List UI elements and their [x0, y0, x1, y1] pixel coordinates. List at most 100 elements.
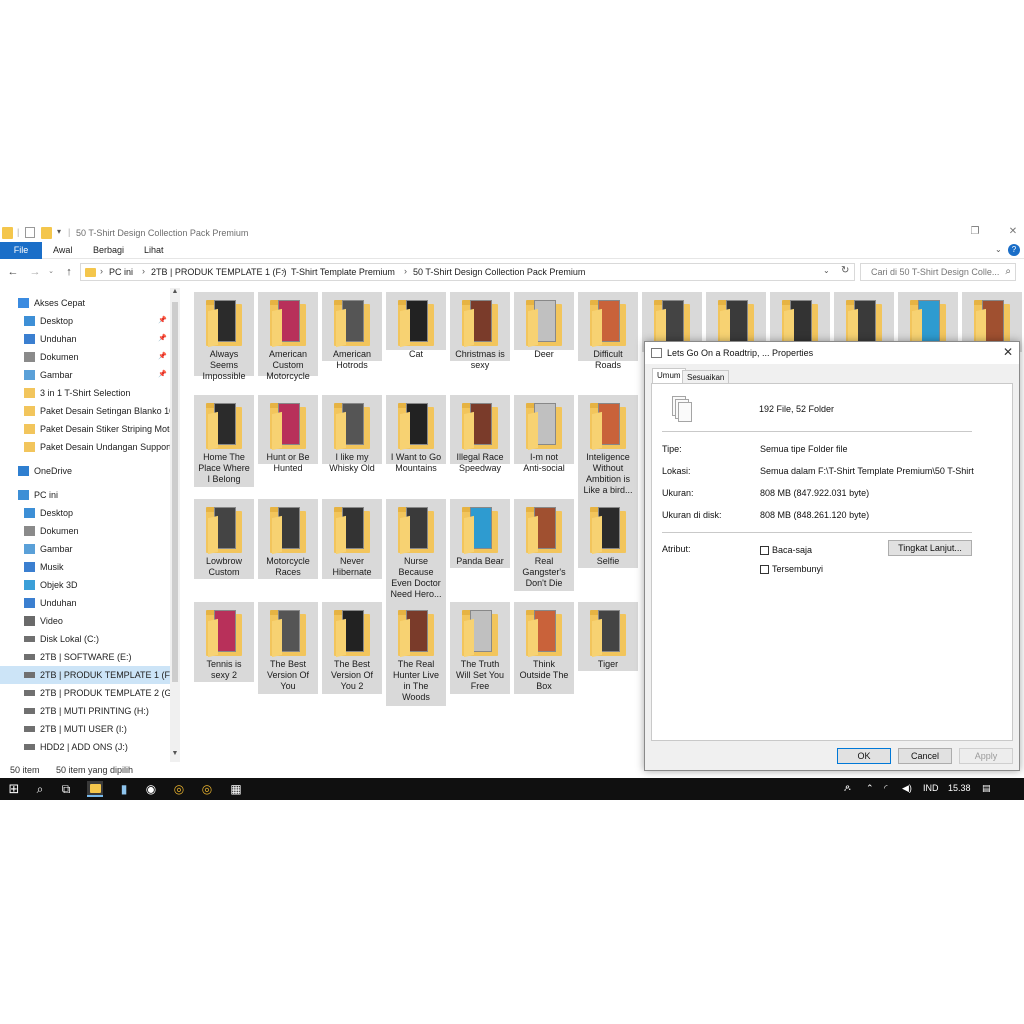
- folder-tile[interactable]: I Want to Go Mountains: [386, 395, 446, 473]
- hidden-label[interactable]: Tersembunyi: [772, 564, 823, 574]
- ok-button[interactable]: OK: [837, 748, 891, 764]
- folder-tile[interactable]: Hunt or Be Hunted: [258, 395, 318, 473]
- chrome-profile-icon[interactable]: ◎: [199, 781, 215, 797]
- tab-sesuaikan[interactable]: Sesuaikan: [682, 370, 730, 384]
- address-bar[interactable]: › PC ini › 2TB | PRODUK TEMPLATE 1 (F:) …: [80, 263, 855, 281]
- folder-tile[interactable]: Tiger: [578, 602, 638, 671]
- folder-tile[interactable]: Home The Place Where I Belong: [194, 395, 254, 487]
- chevron-right-icon[interactable]: ›: [142, 266, 145, 276]
- folder-tile[interactable]: Selfie: [578, 499, 638, 568]
- file-explorer-icon[interactable]: [87, 781, 103, 797]
- chevron-right-icon[interactable]: ›: [100, 266, 103, 276]
- sidebar-item[interactable]: 2TB | MUTI PRINTING (H:): [0, 702, 170, 720]
- folder-tile[interactable]: American Hotrods: [322, 292, 382, 370]
- chevron-right-icon[interactable]: ›: [282, 266, 285, 276]
- windows-start-icon[interactable]: ⊞: [6, 781, 22, 797]
- folder-tile[interactable]: The Best Version Of You: [258, 602, 318, 694]
- chrome-icon[interactable]: ◎: [171, 781, 187, 797]
- chevron-down-icon[interactable]: ⌄: [823, 266, 830, 275]
- close-icon[interactable]: ✕: [1006, 226, 1020, 237]
- up-arrow-icon[interactable]: ↑: [62, 265, 76, 279]
- sidebar-item[interactable]: Paket Desain Undangan Support: [0, 438, 172, 456]
- breadcrumb-current[interactable]: 50 T-Shirt Design Collection Pack Premiu…: [413, 267, 585, 277]
- folder-tile[interactable]: The Truth Will Set You Free: [450, 602, 510, 694]
- sidebar-item[interactable]: Desktop: [0, 504, 170, 522]
- sidebar-item[interactable]: 2TB | SOFTWARE (E:): [0, 648, 170, 666]
- pin-icon[interactable]: 📌: [158, 312, 167, 330]
- folder-tile[interactable]: The Best Version Of You 2: [322, 602, 382, 694]
- sidebar-item[interactable]: 3 in 1 T-Shirt Selection: [0, 384, 170, 402]
- tab-awal[interactable]: Awal: [43, 242, 82, 259]
- scroll-up-icon[interactable]: ▲: [171, 288, 179, 295]
- folder-tile[interactable]: Difficult Roads: [578, 292, 638, 370]
- tab-berbagi[interactable]: Berbagi: [83, 242, 134, 259]
- folder-tile[interactable]: Lowbrow Custom: [194, 499, 254, 579]
- sidebar-item[interactable]: 2TB | MUTI USER (I:): [0, 720, 170, 738]
- sidebar-item[interactable]: Dokumen 📌: [0, 348, 170, 366]
- scroll-down-icon[interactable]: ▼: [171, 750, 179, 757]
- notes-app-icon[interactable]: ▮: [116, 781, 132, 797]
- search-box[interactable]: Cari di 50 T-Shirt Design Colle... ⌕: [860, 263, 1016, 281]
- folder-tile[interactable]: I like my Whisky Old: [322, 395, 382, 473]
- recent-dropdown-icon[interactable]: ⌄: [44, 265, 58, 279]
- breadcrumb-template[interactable]: T-Shirt Template Premium: [291, 267, 395, 277]
- properties-icon[interactable]: [25, 227, 35, 238]
- pin-icon[interactable]: 📌: [158, 330, 167, 348]
- sidebar-item[interactable]: 2TB | PRODUK TEMPLATE 2 (G:): [0, 684, 177, 702]
- chevron-up-icon[interactable]: ⌃: [866, 783, 874, 794]
- network-icon[interactable]: ◜: [884, 783, 888, 794]
- folder-tile[interactable]: Panda Bear: [450, 499, 510, 568]
- back-arrow-icon[interactable]: ←: [6, 265, 20, 279]
- sidebar-item[interactable]: Musik: [0, 558, 170, 576]
- sidebar-item[interactable]: Gambar: [0, 540, 170, 558]
- sidebar-item[interactable]: OneDrive: [0, 462, 170, 480]
- readonly-label[interactable]: Baca-saja: [772, 545, 812, 555]
- sidebar-item[interactable]: Objek 3D: [0, 576, 170, 594]
- tab-lihat[interactable]: Lihat: [134, 242, 174, 259]
- hidden-checkbox[interactable]: [760, 565, 769, 574]
- help-icon[interactable]: ?: [1008, 244, 1020, 256]
- refresh-icon[interactable]: ↻: [841, 265, 849, 276]
- sidebar-item[interactable]: Akses Cepat: [0, 294, 170, 312]
- dialog-title-bar[interactable]: Lets Go On a Roadtrip, ... Properties ✕: [645, 342, 1019, 364]
- folder-tile[interactable]: Real Gangster's Don't Die: [514, 499, 574, 591]
- pin-icon[interactable]: 📌: [158, 366, 167, 384]
- folder-tile[interactable]: Deer: [514, 292, 574, 359]
- folder-tile[interactable]: Christmas is sexy: [450, 292, 510, 370]
- volume-icon[interactable]: ◀): [902, 783, 912, 794]
- language-indicator[interactable]: IND: [923, 783, 939, 793]
- sidebar-item[interactable]: Paket Desain Stiker Striping Moto: [0, 420, 175, 438]
- sidebar-item[interactable]: Video: [0, 612, 170, 630]
- media-app-icon[interactable]: ▦: [228, 781, 244, 797]
- apply-button[interactable]: Apply: [959, 748, 1013, 764]
- folder-tile[interactable]: Nurse Because Even Doctor Need Hero...: [386, 499, 446, 603]
- customize-toolbar-icon[interactable]: ▾: [57, 227, 61, 239]
- new-folder-icon[interactable]: [41, 227, 52, 239]
- sidebar-item[interactable]: 2TB | PRODUK TEMPLATE 1 (F:): [0, 666, 176, 684]
- advanced-button[interactable]: Tingkat Lanjut...: [888, 540, 972, 556]
- sidebar-item[interactable]: Paket Desain Setingan Blanko 10: [0, 402, 174, 420]
- sidebar-item[interactable]: PC ini: [0, 486, 170, 504]
- sidebar-item[interactable]: Desktop 📌: [0, 312, 170, 330]
- folder-tile[interactable]: Think Outside The Box: [514, 602, 574, 694]
- app-icon[interactable]: ◉: [143, 781, 159, 797]
- restore-icon[interactable]: ❐: [968, 226, 982, 237]
- forward-arrow-icon[interactable]: →: [28, 265, 42, 279]
- tab-umum[interactable]: Umum: [652, 368, 686, 384]
- sidebar-item[interactable]: Unduhan 📌: [0, 330, 170, 348]
- folder-tile[interactable]: Motorcycle Races: [258, 499, 318, 579]
- search-icon[interactable]: ⌕: [32, 781, 48, 797]
- clock[interactable]: 15.38: [948, 783, 971, 793]
- task-view-icon[interactable]: ⧉: [58, 781, 74, 797]
- folder-tile[interactable]: Always Seems Impossible: [194, 292, 254, 381]
- tab-file[interactable]: File: [0, 242, 42, 259]
- readonly-checkbox[interactable]: [760, 546, 769, 555]
- folder-tile[interactable]: Cat: [386, 292, 446, 359]
- folder-tile[interactable]: Illegal Race Speedway: [450, 395, 510, 473]
- notification-icon[interactable]: ▤: [982, 783, 991, 794]
- scroll-thumb[interactable]: [172, 302, 178, 682]
- sidebar-scrollbar[interactable]: ▲ ▼: [170, 288, 180, 762]
- sidebar-item[interactable]: HDD2 | ADD ONS (J:): [0, 738, 170, 756]
- pin-icon[interactable]: 📌: [158, 348, 167, 366]
- cancel-button[interactable]: Cancel: [898, 748, 952, 764]
